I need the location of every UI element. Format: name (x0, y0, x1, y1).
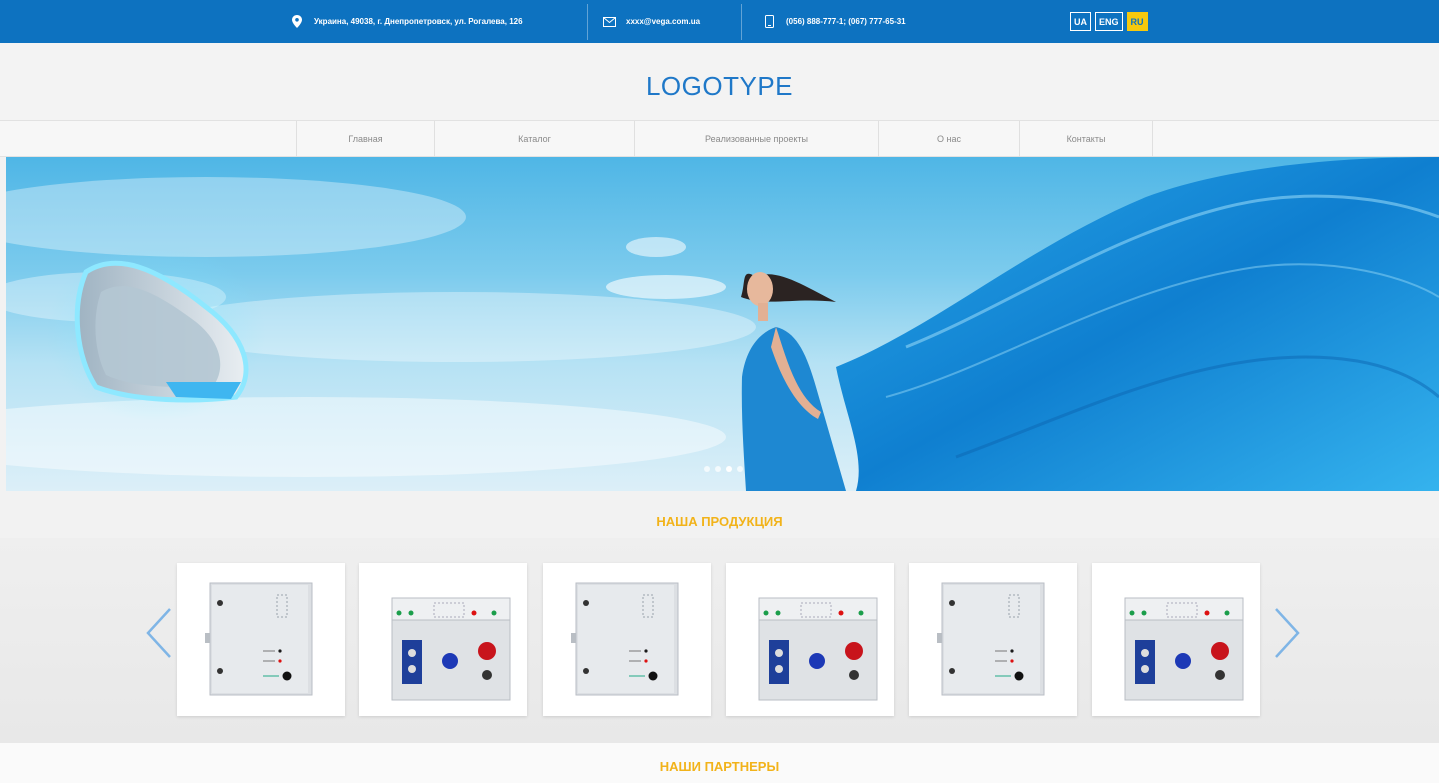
lang-eng[interactable]: ENG (1095, 12, 1123, 31)
nav-item-contacts[interactable]: Контакты (1019, 121, 1153, 157)
phone-text: (056) 888-777-1; (067) 777-65-31 (786, 17, 906, 26)
slider-dot[interactable] (737, 466, 743, 472)
mobile-phone-icon (762, 15, 776, 29)
email-link[interactable]: xxxx@vega.com.ua (626, 17, 700, 26)
top-bar: Украина, 49038, г. Днепропетровск, ул. Р… (0, 0, 1439, 43)
header: LOGOTYPE (0, 43, 1439, 120)
control-panel-image (1124, 597, 1244, 701)
slider-dots (704, 466, 743, 472)
product-card[interactable] (726, 563, 894, 716)
enclosure-cabinet-image (205, 582, 313, 696)
address-block: Украина, 49038, г. Днепропетровск, ул. Р… (290, 0, 586, 43)
address-text: Украина, 49038, г. Днепропетровск, ул. Р… (314, 17, 523, 26)
hero-image (6, 157, 1439, 491)
product-card[interactable] (1092, 563, 1260, 716)
nav-item-catalog[interactable]: Каталог (434, 121, 634, 157)
chevron-right-icon[interactable] (1273, 607, 1301, 659)
nav-item-projects[interactable]: Реализованные проекты (634, 121, 878, 157)
language-switcher: UA ENG RU (1070, 12, 1148, 31)
partners-title: НАШИ ПАРТНЕРЫ (659, 759, 780, 774)
divider (587, 4, 588, 40)
phone-block: (056) 888-777-1; (067) 777-65-31 (762, 0, 906, 43)
control-panel-image (391, 597, 511, 701)
enclosure-cabinet-image (937, 582, 1045, 696)
products-title: НАША ПРОДУКЦИЯ (656, 514, 783, 529)
chevron-left-icon[interactable] (145, 607, 173, 659)
nav-item-about[interactable]: О нас (878, 121, 1019, 157)
email-block[interactable]: xxxx@vega.com.ua (602, 0, 700, 43)
slider-dot[interactable] (704, 466, 710, 472)
hero-slider (6, 157, 1439, 491)
slider-dot[interactable] (726, 466, 732, 472)
logo[interactable]: LOGOTYPE (0, 71, 1439, 102)
lang-ru[interactable]: RU (1126, 12, 1148, 31)
nav-item-home[interactable]: Главная (296, 121, 434, 157)
product-card[interactable] (177, 563, 345, 716)
enclosure-cabinet-image (571, 582, 679, 696)
envelope-icon (602, 15, 616, 29)
control-panel-image (758, 597, 878, 701)
product-card[interactable] (909, 563, 1077, 716)
map-pin-icon (290, 15, 304, 29)
main-nav: Главная Каталог Реализованные проекты О … (0, 120, 1439, 157)
divider (741, 4, 742, 40)
product-card[interactable] (359, 563, 527, 716)
slider-dot[interactable] (715, 466, 721, 472)
lang-ua[interactable]: UA (1070, 12, 1091, 31)
product-card[interactable] (543, 563, 711, 716)
